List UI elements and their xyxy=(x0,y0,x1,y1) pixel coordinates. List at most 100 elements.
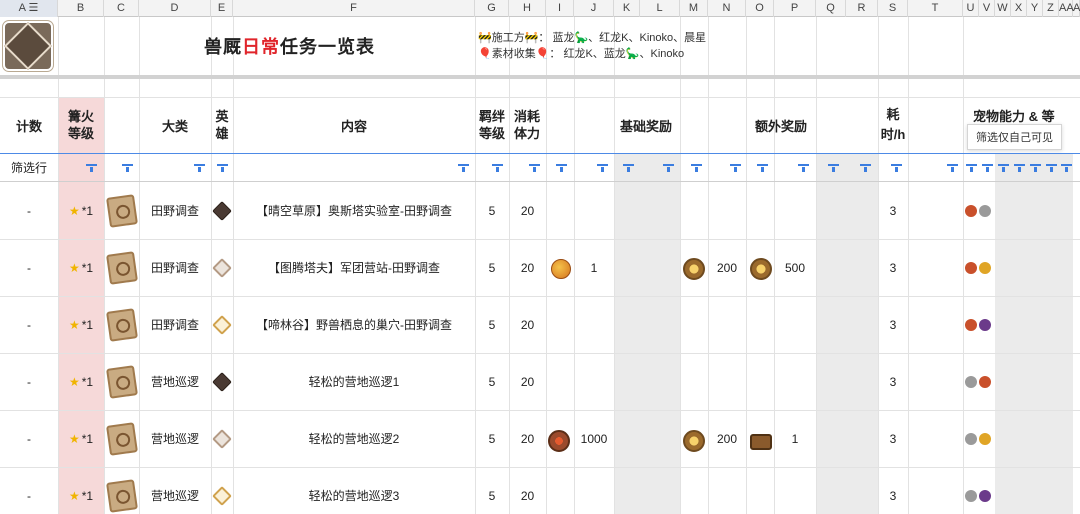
row-pets xyxy=(963,410,995,467)
column-header-a[interactable]: A ☰ xyxy=(0,0,58,17)
column-header-c[interactable]: C xyxy=(104,0,139,17)
filter-icon-u[interactable] xyxy=(965,163,977,173)
star-icon: ★ xyxy=(68,317,80,332)
header-base-reward: 基础奖励 xyxy=(619,118,672,134)
filter-icon-g[interactable] xyxy=(491,163,503,173)
hero-gem-icon xyxy=(211,239,233,296)
row-bonfire: ★ *1 xyxy=(68,203,94,218)
column-header-row: A ☰ B C D E F G H I J K L M N O P Q R S … xyxy=(0,0,1080,17)
column-header-k[interactable]: K xyxy=(614,0,640,17)
column-header-t[interactable]: T xyxy=(908,0,963,17)
column-header-b[interactable]: B xyxy=(58,0,104,17)
hero-gem-icon xyxy=(211,353,233,410)
column-header-u[interactable]: U xyxy=(963,0,979,17)
row-time: 3 xyxy=(889,260,897,275)
filter-icon-m[interactable] xyxy=(690,163,702,173)
credits-builders: 🚧施工方🚧： 蓝龙🦕、红龙K、Kinoko、晨星 xyxy=(478,32,707,44)
filter-icon-b[interactable] xyxy=(85,163,97,173)
row-bond: 5 xyxy=(488,203,496,218)
row-bond: 5 xyxy=(488,374,496,389)
column-header-z[interactable]: Z xyxy=(1043,0,1059,17)
pet-ability-icon xyxy=(965,261,977,274)
column-header-j[interactable]: J xyxy=(574,0,614,17)
header-bond: 羁绊等级 xyxy=(478,109,505,141)
column-header-l[interactable]: L xyxy=(640,0,680,17)
filter-icon-w[interactable] xyxy=(997,163,1009,173)
filter-icon-d[interactable] xyxy=(193,163,205,173)
row-pets xyxy=(963,353,995,410)
row-content: 【啼林谷】野兽栖息的巢穴-田野调查 xyxy=(256,318,452,332)
extra-reward-value: 200 xyxy=(716,260,738,275)
title-divider xyxy=(0,75,1080,79)
row-content: 【图腾塔夫】军团营站-田野调查 xyxy=(268,261,440,275)
header-category: 大类 xyxy=(161,118,188,134)
row-category: 营地巡逻 xyxy=(150,432,199,446)
column-header-g[interactable]: G xyxy=(475,0,509,17)
column-header-m[interactable]: M xyxy=(680,0,708,17)
task-scroll-icon xyxy=(104,296,139,353)
pet-ability-icon xyxy=(979,375,991,388)
filter-icon-l[interactable] xyxy=(662,163,674,173)
row-stamina: 20 xyxy=(520,431,535,446)
hero-gem-icon xyxy=(211,296,233,353)
filter-icon-i[interactable] xyxy=(555,163,567,173)
task-scroll-icon xyxy=(104,467,139,514)
row-stamina: 20 xyxy=(520,203,535,218)
row-bond: 5 xyxy=(488,488,496,503)
row-time: 3 xyxy=(889,203,897,218)
filter-tooltip: 筛选仅自己可见 xyxy=(967,124,1062,150)
column-header-aa[interactable]: AA xyxy=(1059,0,1074,17)
pet-ability-icon xyxy=(965,375,977,388)
filter-icon-e[interactable] xyxy=(216,163,228,173)
row-content: 【晴空草原】奥斯塔实验室-田野调查 xyxy=(256,204,452,218)
filter-icon-c[interactable] xyxy=(121,163,133,173)
filter-icon-j[interactable] xyxy=(596,163,608,173)
pet-ability-icon xyxy=(979,318,991,331)
column-header-h[interactable]: H xyxy=(509,0,546,17)
filter-icon-z[interactable] xyxy=(1045,163,1057,173)
filter-icon-s[interactable] xyxy=(890,163,902,173)
column-header-d[interactable]: D xyxy=(139,0,211,17)
filter-icon-x[interactable] xyxy=(1013,163,1025,173)
column-header-w[interactable]: W xyxy=(995,0,1011,17)
column-header-i[interactable]: I xyxy=(546,0,574,17)
pet-ability-icon xyxy=(979,432,991,445)
filter-icon-t[interactable] xyxy=(946,163,958,173)
column-header-s[interactable]: S xyxy=(878,0,908,17)
filter-icon-v[interactable] xyxy=(981,163,993,173)
row-count: - xyxy=(27,203,31,218)
column-header-p[interactable]: P xyxy=(774,0,816,17)
column-header-e[interactable]: E xyxy=(211,0,233,17)
row-category: 营地巡逻 xyxy=(150,489,199,503)
filter-icon-h[interactable] xyxy=(528,163,540,173)
row-category: 田野调查 xyxy=(150,318,199,332)
column-menu-icon[interactable]: ☰ xyxy=(28,2,38,14)
filter-icon-f[interactable] xyxy=(457,163,469,173)
row-content: 轻松的营地巡逻2 xyxy=(308,432,400,446)
filter-icon-n[interactable] xyxy=(729,163,741,173)
filter-icon-k[interactable] xyxy=(622,163,634,173)
row-content: 轻松的营地巡逻1 xyxy=(308,375,400,389)
filter-icon-y[interactable] xyxy=(1029,163,1041,173)
column-header-n[interactable]: N xyxy=(708,0,746,17)
pet-ability-icon xyxy=(965,318,977,331)
filter-icon-aa[interactable] xyxy=(1060,163,1072,173)
row-count: - xyxy=(27,317,31,332)
header-bonfire: 篝火等级 xyxy=(67,109,94,141)
column-header-ab[interactable]: A xyxy=(1073,0,1080,17)
column-header-q[interactable]: Q xyxy=(816,0,846,17)
filter-icon-p[interactable] xyxy=(797,163,809,173)
credits: 🚧施工方🚧： 蓝龙🦕、红龙K、Kinoko、晨星 🎈素材收集🎈： 红龙K、蓝龙🦕… xyxy=(478,30,808,62)
row-time: 3 xyxy=(889,317,897,332)
filter-icon-q[interactable] xyxy=(827,163,839,173)
extra-reward-value: 200 xyxy=(716,431,738,446)
column-header-r[interactable]: R xyxy=(846,0,878,17)
filter-icon-o[interactable] xyxy=(756,163,768,173)
column-header-f[interactable]: F xyxy=(233,0,475,17)
column-header-o[interactable]: O xyxy=(746,0,774,17)
column-header-v[interactable]: V xyxy=(979,0,995,17)
header-content: 内容 xyxy=(340,118,367,134)
column-header-y[interactable]: Y xyxy=(1027,0,1043,17)
filter-icon-r[interactable] xyxy=(859,163,871,173)
column-header-x[interactable]: X xyxy=(1011,0,1027,17)
